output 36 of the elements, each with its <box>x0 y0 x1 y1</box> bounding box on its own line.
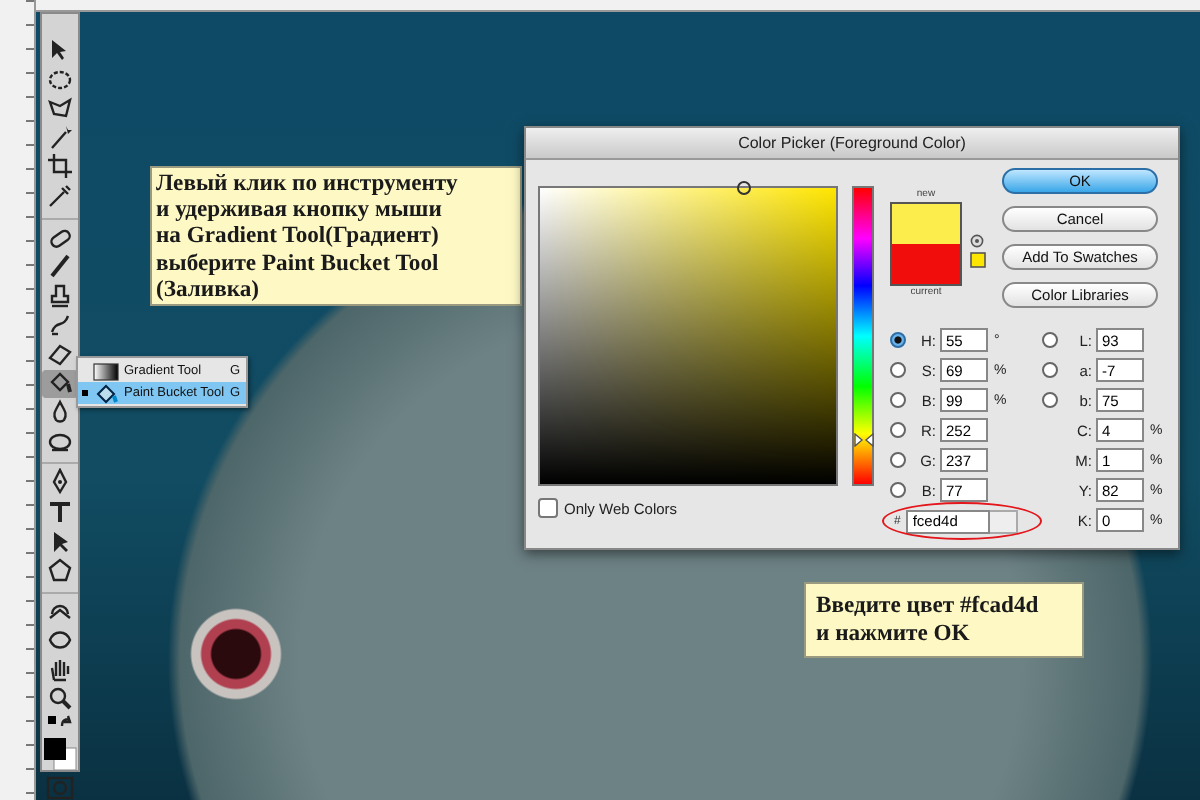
title-bar: Color Picker (Foreground Color) <box>526 128 1178 160</box>
eyedropper-icon[interactable] <box>46 181 74 210</box>
hue-slider[interactable] <box>852 186 874 486</box>
brush-icon[interactable] <box>46 310 74 339</box>
radio-button[interactable] <box>890 482 906 498</box>
color-field[interactable] <box>538 186 838 486</box>
slider-thumb[interactable] <box>854 432 874 447</box>
color-chip-icon[interactable] <box>970 251 986 267</box>
wand-icon[interactable] <box>46 123 74 152</box>
bullet-icon <box>82 390 88 396</box>
shape-icon[interactable] <box>46 556 74 585</box>
picker-ring-icon[interactable] <box>736 180 752 196</box>
input-field[interactable] <box>990 509 1019 533</box>
radio-button[interactable] <box>1042 332 1058 348</box>
bucket-icon[interactable] <box>46 369 74 398</box>
radio-button[interactable] <box>1042 392 1058 408</box>
radio-button[interactable] <box>890 332 906 348</box>
crop-icon[interactable] <box>46 152 74 181</box>
gradient-icon <box>92 361 120 381</box>
stamp-icon[interactable] <box>46 281 74 310</box>
type-icon[interactable] <box>46 497 74 526</box>
brush-icon[interactable] <box>46 252 74 281</box>
radio-button[interactable] <box>890 362 906 378</box>
swap-colors-icon[interactable] <box>46 714 74 731</box>
radio-button[interactable] <box>1042 362 1058 378</box>
instruction-note: Введите цвет #fcad4d и нажмите OK <box>804 582 1084 658</box>
radio-button[interactable] <box>890 452 906 468</box>
radio-button[interactable] <box>890 392 906 408</box>
hand-icon[interactable] <box>46 655 74 684</box>
lasso-icon[interactable] <box>46 94 74 123</box>
search-icon[interactable] <box>46 684 74 713</box>
radio-button[interactable] <box>890 422 906 438</box>
checkbox[interactable] <box>538 498 558 518</box>
ellipse-icon[interactable] <box>46 65 74 94</box>
bucket-icon <box>92 383 120 403</box>
instruction-note: Левый клик по инструменту и удерживая кнопку мыши на Gradient Tool(Градиент) выберите Paint Bucket Tool (Заливка) <box>150 166 522 307</box>
